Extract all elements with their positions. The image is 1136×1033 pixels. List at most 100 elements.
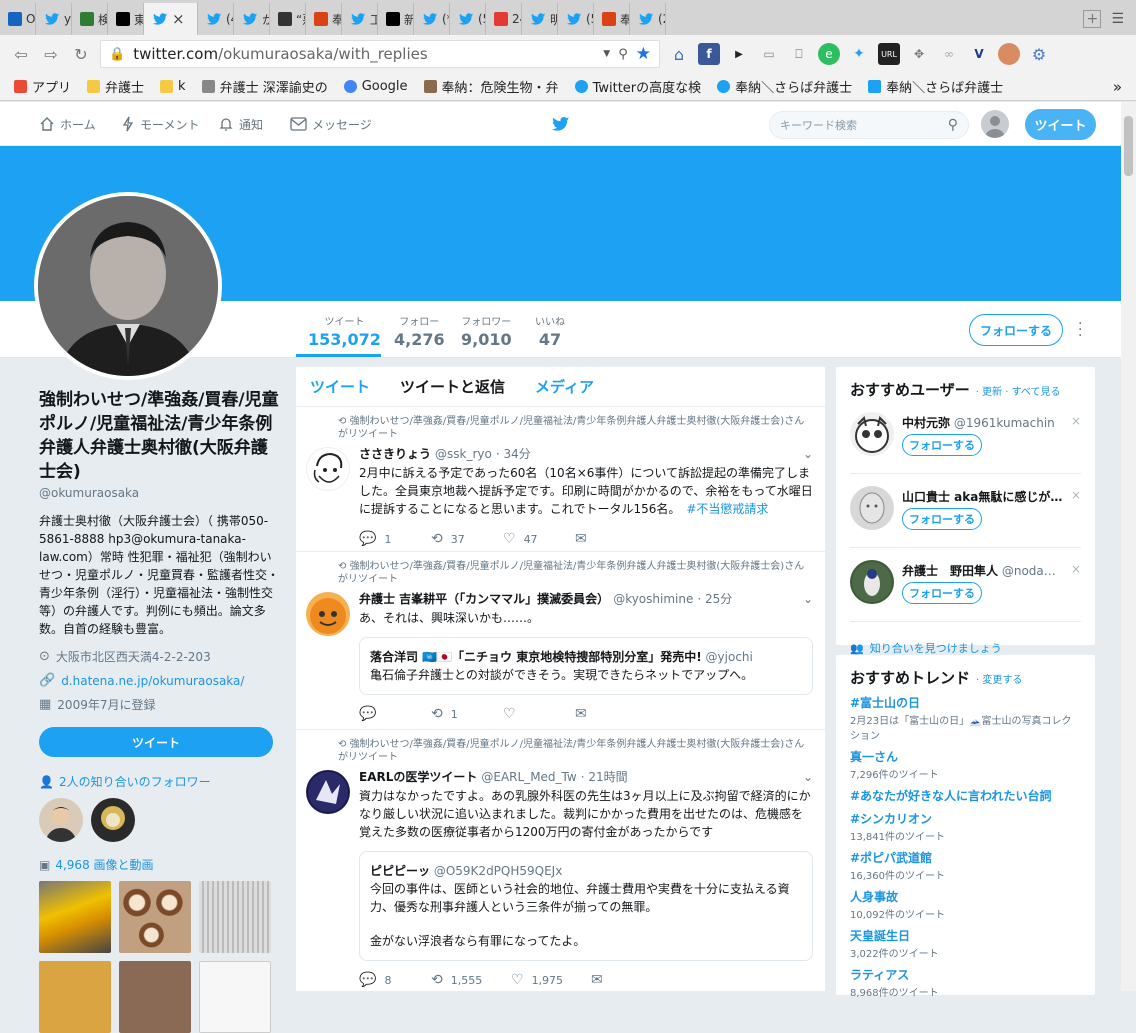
bookmarks-overflow-icon[interactable]: » bbox=[1113, 78, 1122, 96]
retweet-button[interactable]: ⟲ 1,555 bbox=[431, 972, 511, 988]
tweet[interactable]: ⟲ 強制わいせつ/準強姦/買春/児童ポルノ/児童福祉法/青少年条例弁護人弁護士奥… bbox=[296, 407, 825, 552]
home-icon[interactable]: ⌂ bbox=[668, 43, 690, 65]
nav-home[interactable]: ホーム bbox=[39, 102, 96, 146]
like-button[interactable]: ♡ bbox=[503, 706, 575, 722]
browser-tab[interactable]: (2) bbox=[630, 3, 666, 35]
suggested-user-avatar[interactable] bbox=[850, 486, 894, 530]
suggested-user-avatar[interactable] bbox=[850, 412, 894, 456]
stat-likes[interactable]: いいね 47 bbox=[535, 313, 565, 349]
new-tab-icon[interactable]: + bbox=[1083, 10, 1102, 28]
sidebar-tweet-button[interactable]: ツイート bbox=[39, 727, 273, 757]
trend-item[interactable]: 天皇誕生日 3,022件のツイート bbox=[850, 927, 1081, 960]
bookmark-item[interactable]: 奉納：危険生物・弁 bbox=[423, 77, 559, 96]
browser-tab[interactable]: 24 bbox=[486, 3, 522, 35]
media-link[interactable]: ▣ 4,968 画像と動画 bbox=[39, 856, 279, 873]
suggested-user-avatar[interactable] bbox=[850, 560, 894, 604]
tweet-avatar[interactable] bbox=[306, 447, 350, 491]
chevron-down-icon[interactable]: ⌄ bbox=[803, 447, 813, 461]
browser-tab[interactable]: 奉 bbox=[306, 3, 342, 35]
like-button[interactable]: ♡ 1,975 bbox=[511, 972, 591, 988]
tweet-author-name[interactable]: 弁護士 吉峯耕平（「カンママル」撲滅委員会） bbox=[359, 590, 609, 607]
trend-item[interactable]: #ポピパ武道館 16,360件のツイート bbox=[850, 849, 1081, 882]
trend-item[interactable]: 真一さん 7,296件のツイート bbox=[850, 748, 1081, 781]
profile-avatar[interactable] bbox=[34, 192, 222, 380]
scrollbar-thumb[interactable] bbox=[1124, 116, 1133, 176]
profile-url-link[interactable]: d.hatena.ne.jp/okumuraosaka/ bbox=[61, 674, 244, 688]
facebook-icon[interactable]: f bbox=[698, 43, 720, 65]
tweet-avatar[interactable] bbox=[306, 770, 350, 814]
browser-tab[interactable]: (4) bbox=[198, 3, 234, 35]
settings-icon[interactable]: ⚙ bbox=[1028, 43, 1050, 65]
tab-tweets-and-replies[interactable]: ツイートと返信 bbox=[400, 376, 505, 397]
dismiss-icon[interactable]: × bbox=[1071, 488, 1081, 502]
media-thumbnail[interactable] bbox=[39, 881, 111, 953]
tweet-time[interactable]: · 34分 bbox=[496, 445, 531, 462]
bookmark-item[interactable]: 奉納＼さらば弁護士 bbox=[868, 77, 1003, 96]
dropdown-icon[interactable]: ▼ bbox=[603, 49, 610, 59]
browser-tab[interactable]: “悪 bbox=[270, 3, 306, 35]
reply-button[interactable]: 💬 8 bbox=[359, 972, 431, 988]
suggested-user[interactable]: 中村元弥 @1961kumachin フォローする × bbox=[850, 410, 1081, 474]
browser-tab[interactable]: 検 bbox=[72, 3, 108, 35]
v-ext-icon[interactable]: V bbox=[968, 43, 990, 65]
bookmark-item[interactable]: 弁護士 bbox=[87, 77, 144, 96]
url-ext-icon[interactable]: URL bbox=[878, 43, 900, 65]
tab-media[interactable]: メディア bbox=[535, 376, 594, 397]
chevron-down-icon[interactable]: ⌄ bbox=[803, 592, 813, 606]
browser-tab[interactable]: × bbox=[144, 3, 198, 35]
browser-tab[interactable]: 奉 bbox=[594, 3, 630, 35]
bookmark-item[interactable]: Google bbox=[343, 79, 408, 94]
trend-item[interactable]: #あなたが好きな人に言われたい台詞 bbox=[850, 787, 1081, 804]
chevron-down-icon[interactable]: ⌄ bbox=[803, 770, 813, 784]
bookmark-item[interactable]: k bbox=[160, 79, 186, 94]
mail-ext-icon[interactable]: ▭ bbox=[758, 43, 780, 65]
profile-ext-icon[interactable] bbox=[998, 43, 1020, 65]
hashtag-link[interactable]: #不当懲戒請求 bbox=[686, 502, 768, 516]
twitter-ext-icon[interactable]: ✦ bbox=[848, 43, 870, 65]
suggested-user[interactable]: 弁護士 野田隼人 @noda… フォローする × bbox=[850, 558, 1081, 622]
move-ext-icon[interactable]: ✥ bbox=[908, 43, 930, 65]
browser-tab[interactable]: 新 bbox=[378, 3, 414, 35]
retweet-button[interactable]: ⟲ 37 bbox=[431, 531, 503, 547]
nav-notifications[interactable]: 通知 bbox=[218, 102, 263, 146]
tweet-time[interactable]: · 25分 bbox=[697, 590, 732, 607]
back-button[interactable]: ⇦ bbox=[10, 43, 32, 65]
bookmark-item[interactable]: 奉納＼さらば弁護士 bbox=[717, 77, 852, 96]
tab-tweets[interactable]: ツイート bbox=[310, 376, 370, 397]
bookmark-star-icon[interactable]: ★ bbox=[636, 44, 651, 64]
reload-button[interactable]: ↻ bbox=[70, 43, 92, 65]
retweet-button[interactable]: ⟲ 1 bbox=[431, 706, 503, 722]
reply-button[interactable]: 💬 bbox=[359, 706, 431, 722]
browser-tab[interactable]: 東 bbox=[108, 3, 144, 35]
close-tab-icon[interactable]: × bbox=[172, 10, 185, 28]
search-input[interactable]: キーワード検索 ⚲ bbox=[769, 111, 969, 139]
browser-tab[interactable]: (5) bbox=[558, 3, 594, 35]
tweet[interactable]: ⟲ 強制わいせつ/準強姦/買春/児童ポルノ/児童福祉法/青少年条例弁護人弁護士奥… bbox=[296, 552, 825, 730]
dismiss-icon[interactable]: × bbox=[1071, 414, 1081, 428]
tweet-author-handle[interactable]: @kyoshimine bbox=[613, 592, 693, 606]
browser-tab[interactable]: (*) bbox=[414, 3, 450, 35]
trends-change-link[interactable]: · 変更する bbox=[976, 671, 1022, 686]
browser-tab[interactable]: ys bbox=[36, 3, 72, 35]
user-avatar[interactable] bbox=[981, 110, 1009, 138]
browser-tab[interactable]: 明 bbox=[522, 3, 558, 35]
find-friends-link[interactable]: 👥 知り合いを見つけましょう bbox=[850, 640, 1081, 656]
bookmark-item[interactable]: Twitterの高度な検 bbox=[574, 77, 701, 96]
nav-tweet-button[interactable]: ツイート bbox=[1025, 109, 1096, 140]
dm-button[interactable]: ✉ bbox=[591, 972, 663, 988]
known-follower-avatar[interactable] bbox=[91, 798, 135, 842]
browser-tab[interactable]: Or bbox=[0, 3, 36, 35]
forward-button[interactable]: ⇨ bbox=[40, 43, 62, 65]
wtf-refresh-link[interactable]: · 更新 · すべて見る bbox=[976, 383, 1061, 398]
browser-tab[interactable]: 工 bbox=[342, 3, 378, 35]
media-thumbnail[interactable] bbox=[119, 961, 191, 1033]
media-thumbnail[interactable] bbox=[39, 961, 111, 1033]
bookmark-item[interactable]: 弁護士 深澤諭史の bbox=[201, 77, 328, 96]
tweet-author-handle[interactable]: @ssk_ryo bbox=[435, 447, 492, 461]
media-thumbnail[interactable] bbox=[199, 961, 271, 1033]
nav-moments[interactable]: モーメント bbox=[121, 102, 200, 146]
evernote-icon[interactable]: e bbox=[818, 43, 840, 65]
dm-button[interactable]: ✉ bbox=[575, 706, 647, 722]
trend-item[interactable]: ラティアス 8,968件のツイート bbox=[850, 966, 1081, 999]
suggested-follow-button[interactable]: フォローする bbox=[902, 582, 982, 604]
